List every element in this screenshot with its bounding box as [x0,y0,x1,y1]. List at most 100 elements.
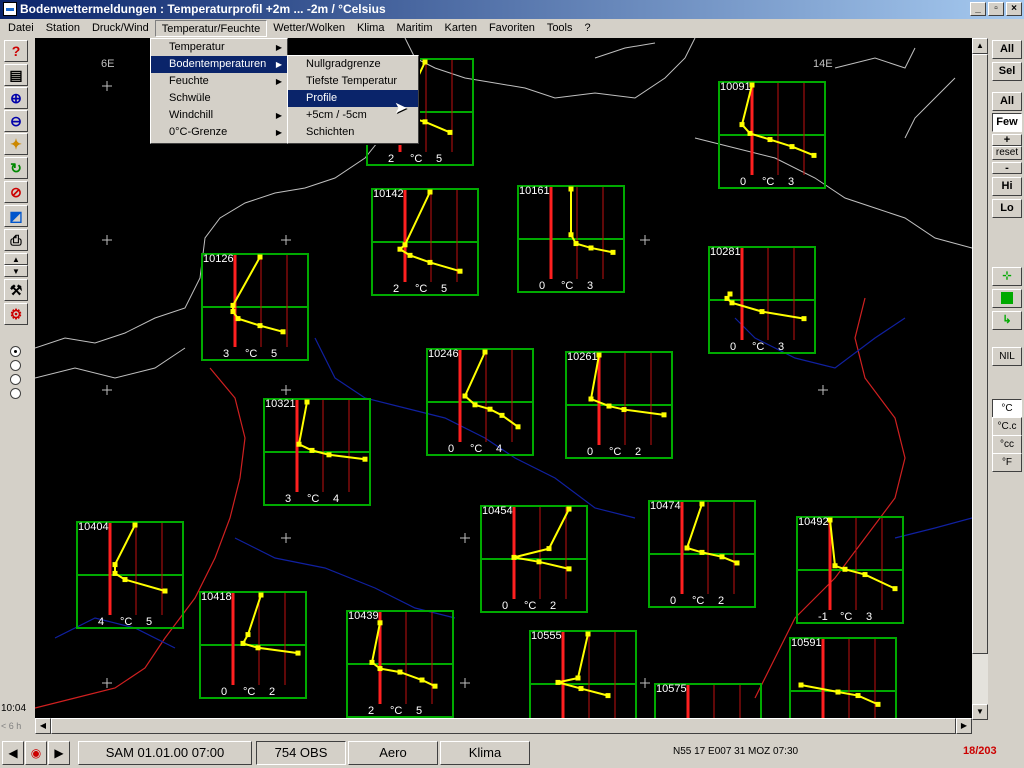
green-profile-icon[interactable]: ↳ [992,311,1022,330]
reset-button[interactable]: reset [992,146,1022,160]
radio-option-4[interactable] [10,388,21,399]
station-profile[interactable]: 10161 0 °C 3 [517,185,625,293]
menu-karten[interactable]: Karten [439,20,483,37]
temperature-point [767,137,773,143]
menu-datei[interactable]: Datei [2,20,40,37]
scroll-up-icon[interactable]: ▲ [4,253,28,265]
horizontal-scrollbar[interactable]: ◀ ▶ [35,718,972,734]
temperature-point [621,407,627,413]
station-profile[interactable]: 10555 [529,630,637,718]
target-icon[interactable]: ◉ [25,741,47,765]
station-profile[interactable]: 10454 0 °C 2 [480,505,588,613]
radio-option-3[interactable] [10,374,21,385]
station-profile[interactable]: 10321 3 °C 4 [263,398,371,506]
profile-axis-lo: 0 [740,176,747,188]
minimize-button[interactable]: _ [970,2,986,16]
station-profile[interactable]: 10142 2 °C 5 [371,188,479,296]
station-profile[interactable]: 10126 3 °C 5 [201,253,309,361]
klima-button[interactable]: Klima [440,741,530,765]
menu-boden-item[interactable]: Nullgradgrenze [288,56,418,73]
station-id: 10439 [348,610,379,622]
menu-temp-item[interactable]: Feuchte ▶ [151,73,287,90]
menu-temperatur-feuchte[interactable]: Temperatur/Feuchte [154,20,268,37]
unit-celsius-button[interactable]: °C [992,399,1022,418]
station-profile[interactable]: 10418 0 °C 2 [199,591,307,699]
menu-station[interactable]: Station [40,20,86,37]
close-button[interactable]: × [1006,2,1022,16]
menu-temp-item[interactable]: Windchill ▶ [151,107,287,124]
menu-wetter-wolken[interactable]: Wetter/Wolken [267,20,351,37]
unit-celsius-cc-button[interactable]: °cc [992,435,1022,454]
unit-celsius-c-button[interactable]: °C.c [992,417,1022,436]
map-icon[interactable]: ◩ [4,205,28,227]
station-profile[interactable]: 10591 [789,637,897,718]
show-few-button[interactable]: Few [992,113,1022,132]
vertical-scroll-thumb[interactable] [972,54,988,654]
scroll-down-button[interactable]: ▼ [972,704,988,720]
radio-option-1[interactable] [10,346,21,357]
maximize-button[interactable]: ▫ [988,2,1004,16]
menu-temp-item[interactable]: Schwüle [151,90,287,107]
settings-icon[interactable]: ⚙ [4,303,28,325]
previous-icon[interactable]: ◀ [2,741,24,765]
aero-button[interactable]: Aero [348,741,438,765]
temperature-point [112,562,118,568]
station-profile[interactable]: 10281 0 °C 3 [708,246,816,354]
menu-maritim[interactable]: Maritim [390,20,438,37]
temperature-point [377,666,383,672]
scroll-right-button[interactable]: ▶ [956,718,972,734]
station-profile[interactable]: 10474 0 °C 2 [648,500,756,608]
minus-button[interactable]: - [992,162,1022,174]
station-profile[interactable]: 10404 4 °C 5 [76,521,184,629]
scroll-up-button[interactable]: ▲ [972,38,988,54]
print-icon[interactable]: ⎙ [4,229,28,251]
obs-button[interactable]: 754 OBS [256,741,346,765]
menu-boden-item[interactable]: Schichten [288,124,418,141]
station-profile[interactable]: 10261 0 °C 2 [565,351,673,459]
zoom-in-icon[interactable]: ⊕ [4,87,28,109]
temperature-point [605,693,611,699]
station-profile[interactable]: 10575 [654,683,762,718]
menu-klima[interactable]: Klima [351,20,391,37]
station-profile[interactable]: 10439 2 °C 5 [346,610,454,718]
scroll-left-button[interactable]: ◀ [35,718,51,734]
next-icon[interactable]: ▶ [48,741,70,765]
menu-druck-wind[interactable]: Druck/Wind [86,20,155,37]
temperature-point [407,252,413,258]
magic-wand-icon[interactable]: ✦ [4,133,28,155]
show-all-button[interactable]: All [992,92,1022,111]
menu-temp-item[interactable]: Temperatur ▶ [151,39,287,56]
hi-button[interactable]: Hi [992,177,1022,196]
temperature-point [309,447,315,453]
scroll-down-icon[interactable]: ▼ [4,265,28,277]
station-profile[interactable]: 10246 0 °C 4 [426,348,534,456]
refresh-icon[interactable]: ↻ [4,157,28,179]
wrench-icon[interactable]: ⚒ [4,279,28,301]
menu-boden-item[interactable]: Tiefste Temperatur [288,73,418,90]
profile-axis-unit: °C [561,280,574,292]
menu-item-label: Feuchte [169,75,209,87]
temperature-point [235,316,241,322]
horizontal-scroll-thumb[interactable] [51,718,956,734]
nil-button[interactable]: NIL [992,347,1022,366]
lo-button[interactable]: Lo [992,199,1022,218]
green-square-icon[interactable] [992,289,1022,308]
station-add-icon[interactable]: ⊹ [992,267,1022,286]
help-icon[interactable]: ? [4,40,28,62]
plus-button[interactable]: + [992,134,1022,146]
select-all-button[interactable]: All [992,40,1022,59]
radio-option-2[interactable] [10,360,21,371]
select-button[interactable]: Sel [992,62,1022,81]
stop-icon[interactable]: ⊘ [4,181,28,203]
vertical-scrollbar[interactable]: ▲ ▼ [972,38,988,720]
unit-fahrenheit-button[interactable]: °F [992,453,1022,472]
zoom-out-icon[interactable]: ⊖ [4,110,28,132]
menu-help[interactable]: ? [579,20,597,37]
menu-temp-item[interactable]: 0°C-Grenze ▶ [151,124,287,141]
menu-tools[interactable]: Tools [541,20,579,37]
menu-favoriten[interactable]: Favoriten [483,20,541,37]
station-profile[interactable]: 10091 0 °C 3 [718,81,826,189]
station-profile[interactable]: 10492 -1 °C 3 [796,516,904,624]
menu-temp-item[interactable]: Bodentemperaturen ▶ [151,56,287,73]
document-icon[interactable]: ▤ [4,64,28,86]
